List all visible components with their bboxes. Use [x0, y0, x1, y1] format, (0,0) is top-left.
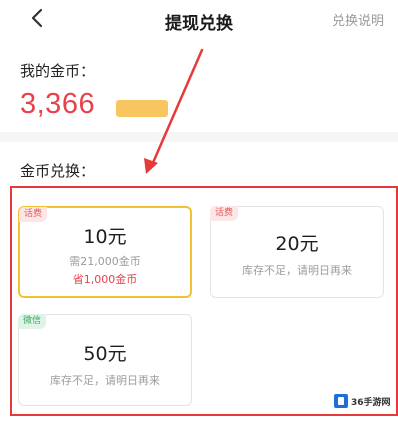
- card-savings: 省1,000金币: [72, 273, 138, 286]
- coin-balance: 3,366: [20, 88, 96, 120]
- card-amount: 50元: [83, 343, 127, 365]
- highlight-frame: 话费 10元 需21,000金币 省1,000金币 话费 20元 库存不足，请明…: [10, 186, 398, 416]
- coin-exchange-label: 金币兑换：: [20, 162, 96, 180]
- card-tag: 话费: [210, 206, 239, 221]
- card-tag: 话费: [19, 207, 48, 222]
- card-amount: 10元: [83, 226, 127, 248]
- watermark-logo-icon: [334, 394, 348, 408]
- exchange-instructions-link[interactable]: 兑换说明: [332, 10, 384, 29]
- exchange-card-10[interactable]: 话费 10元 需21,000金币 省1,000金币: [18, 206, 192, 298]
- my-coins-section: 我的金币： 3,366: [0, 40, 398, 132]
- card-stock-status: 库存不足，请明日再来: [242, 264, 352, 277]
- site-watermark: 36手游网: [334, 390, 394, 412]
- exchange-card-50[interactable]: 微信 50元 库存不足，请明日再来: [18, 314, 192, 406]
- watermark-text: 36手游网: [351, 397, 391, 408]
- section-divider: [0, 132, 398, 142]
- card-tag: 微信: [18, 314, 47, 329]
- exchange-card-20[interactable]: 话费 20元 库存不足，请明日再来: [210, 206, 384, 298]
- coin-badge[interactable]: [116, 100, 168, 117]
- my-coins-label: 我的金币：: [20, 62, 96, 80]
- card-requirement: 需21,000金币: [69, 255, 141, 268]
- top-nav-bar: 提现兑换 兑换说明: [0, 0, 398, 40]
- card-stock-status: 库存不足，请明日再来: [50, 374, 160, 387]
- card-amount: 20元: [275, 233, 319, 255]
